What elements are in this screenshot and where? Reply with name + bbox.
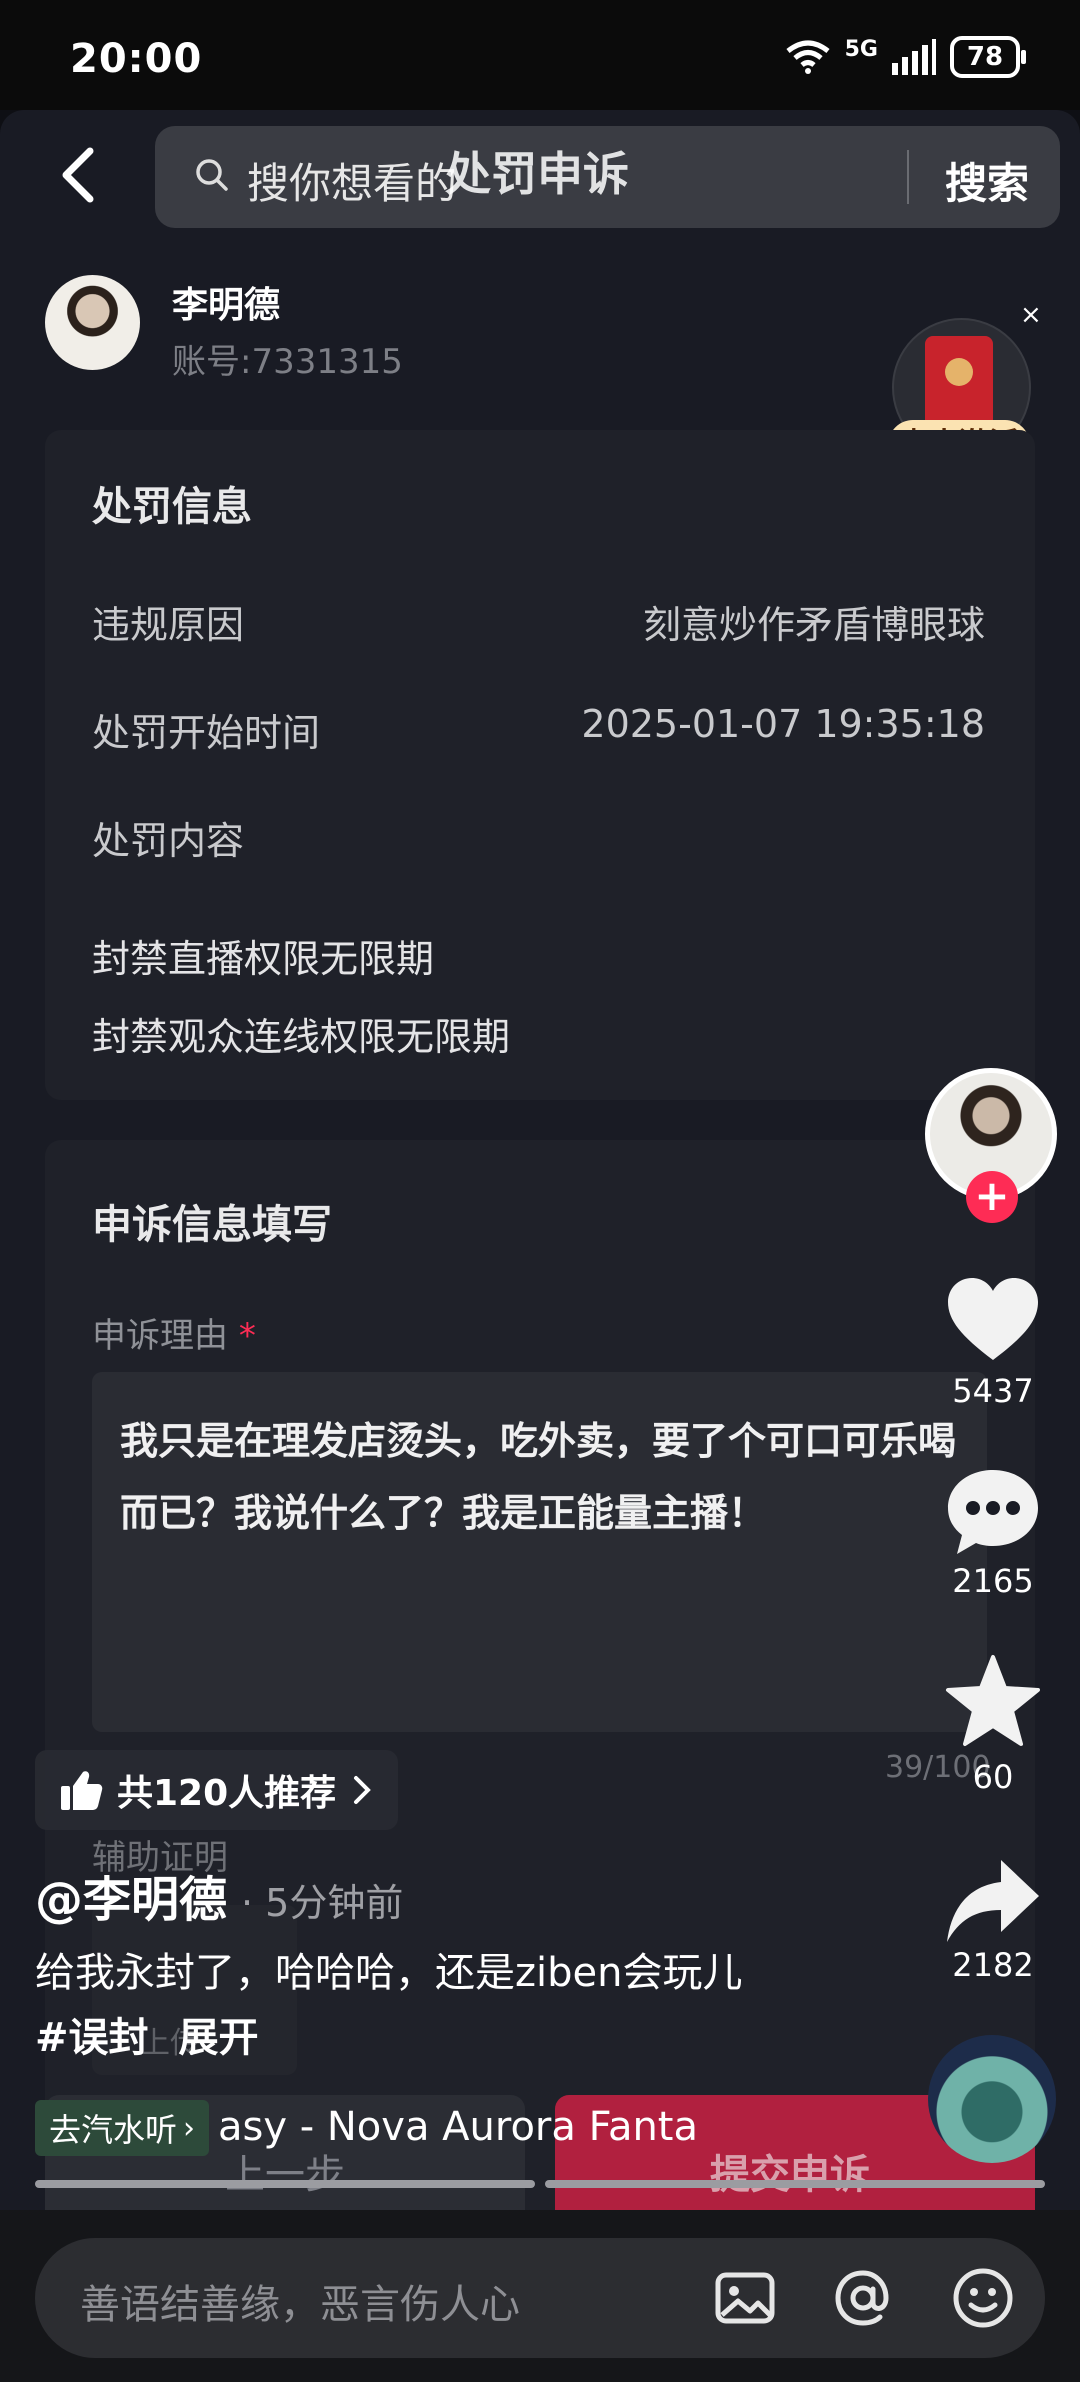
video-progress-track[interactable] <box>35 2180 535 2188</box>
submit-appeal-label: 提交申诉 <box>710 2152 870 2198</box>
share-icon[interactable] <box>943 1850 1043 1950</box>
image-icon[interactable] <box>712 2265 778 2331</box>
music-title[interactable]: asy - Nova Aurora Fanta <box>218 2104 698 2150</box>
redpacket-seal <box>945 358 973 386</box>
chevron-right-icon: › <box>183 2110 196 2146</box>
video-caption: 给我永封了，哈哈哈，还是ziben会玩儿 <box>35 1950 743 1996</box>
comment-icon[interactable] <box>943 1462 1043 1562</box>
penalty-start-label: 处罚开始时间 <box>92 711 321 755</box>
signal-icon <box>892 39 936 75</box>
violation-reason-label: 违规原因 <box>92 603 245 647</box>
battery-level: 78 <box>966 42 1004 72</box>
comment-placeholder[interactable]: 善语结善缘，恶言伤人心 <box>80 2272 520 2330</box>
appeal-reason-label-text: 申诉理由 <box>92 1316 228 1356</box>
comments-count: 2165 <box>952 1562 1034 1600</box>
wifi-icon <box>786 40 830 74</box>
shares-count: 2182 <box>952 1946 1034 1984</box>
music-disc[interactable] <box>928 2035 1056 2163</box>
expand-link[interactable]: 展开 <box>178 2015 258 2061</box>
battery-indicator: 78 <box>950 36 1026 78</box>
emoji-icon[interactable] <box>950 2265 1016 2331</box>
video-progress-track[interactable] <box>545 2180 1045 2188</box>
penalty-start-value: 2025-01-07 19:35:18 <box>581 702 985 746</box>
violation-reason-value: 刻意炒作矛盾博眼球 <box>642 603 985 647</box>
search-icon <box>196 159 228 191</box>
user-account: 账号:7331315 <box>172 342 403 382</box>
at-mention-icon[interactable] <box>830 2265 896 2331</box>
heart-icon[interactable] <box>943 1272 1043 1372</box>
required-mark: * <box>238 1316 256 1356</box>
author-line[interactable]: @李明德 · 5分钟前 <box>35 1860 403 1930</box>
back-arrow-icon[interactable] <box>50 145 110 205</box>
appeal-reason-label: 申诉理由 * <box>92 1308 256 1357</box>
likes-count: 5437 <box>952 1372 1034 1410</box>
status-time: 20:00 <box>70 36 203 82</box>
recommend-pill[interactable]: 共120人推荐 <box>35 1750 399 1830</box>
penalty-content-label: 处罚内容 <box>92 819 245 863</box>
music-chip-label: 去汽水听 <box>49 2111 178 2149</box>
star-icon[interactable] <box>943 1652 1043 1752</box>
prev-step-label: 上一步 <box>225 2152 345 2198</box>
redpacket-close-icon[interactable]: × <box>1020 300 1042 330</box>
recommend-text: 共120人推荐 <box>117 1773 337 1814</box>
chevron-right-icon <box>354 1776 371 1804</box>
user-avatar[interactable] <box>45 275 140 370</box>
thumbs-up-icon <box>61 1771 103 1810</box>
status-icons: 5G 78 <box>785 36 1026 78</box>
time-ago: · 5分钟前 <box>241 1881 404 1925</box>
hashtag-line: #误封 展开 <box>35 2005 258 2063</box>
hashtag-link[interactable]: #误封 <box>35 2015 149 2061</box>
search-button[interactable]: 搜索 <box>945 150 1029 211</box>
author-name[interactable]: @李明德 <box>35 1872 227 1928</box>
search-divider <box>907 150 909 204</box>
network-label: 5G <box>844 36 878 62</box>
favorites-count: 60 <box>972 1758 1014 1796</box>
appeal-reason-text[interactable]: 我只是在理发店烫头，吃外卖，要了个可口可乐喝而已？我说什么了？我是正能量主播！ <box>120 1405 960 1549</box>
penalty-section-title: 处罚信息 <box>92 484 252 530</box>
search-input[interactable]: 搜你想看的 <box>247 150 457 211</box>
user-name: 李明德 <box>172 285 281 326</box>
appeal-section-title: 申诉信息填写 <box>92 1202 332 1248</box>
penalty-content-item: 封禁直播权限无限期 <box>92 937 435 981</box>
penalty-content-item: 封禁观众连线权限无限期 <box>92 1015 511 1059</box>
music-chip[interactable]: 去汽水听 › <box>35 2100 210 2156</box>
follow-plus-icon[interactable]: + <box>966 1171 1018 1223</box>
page-title: 处罚申诉 <box>445 147 629 201</box>
